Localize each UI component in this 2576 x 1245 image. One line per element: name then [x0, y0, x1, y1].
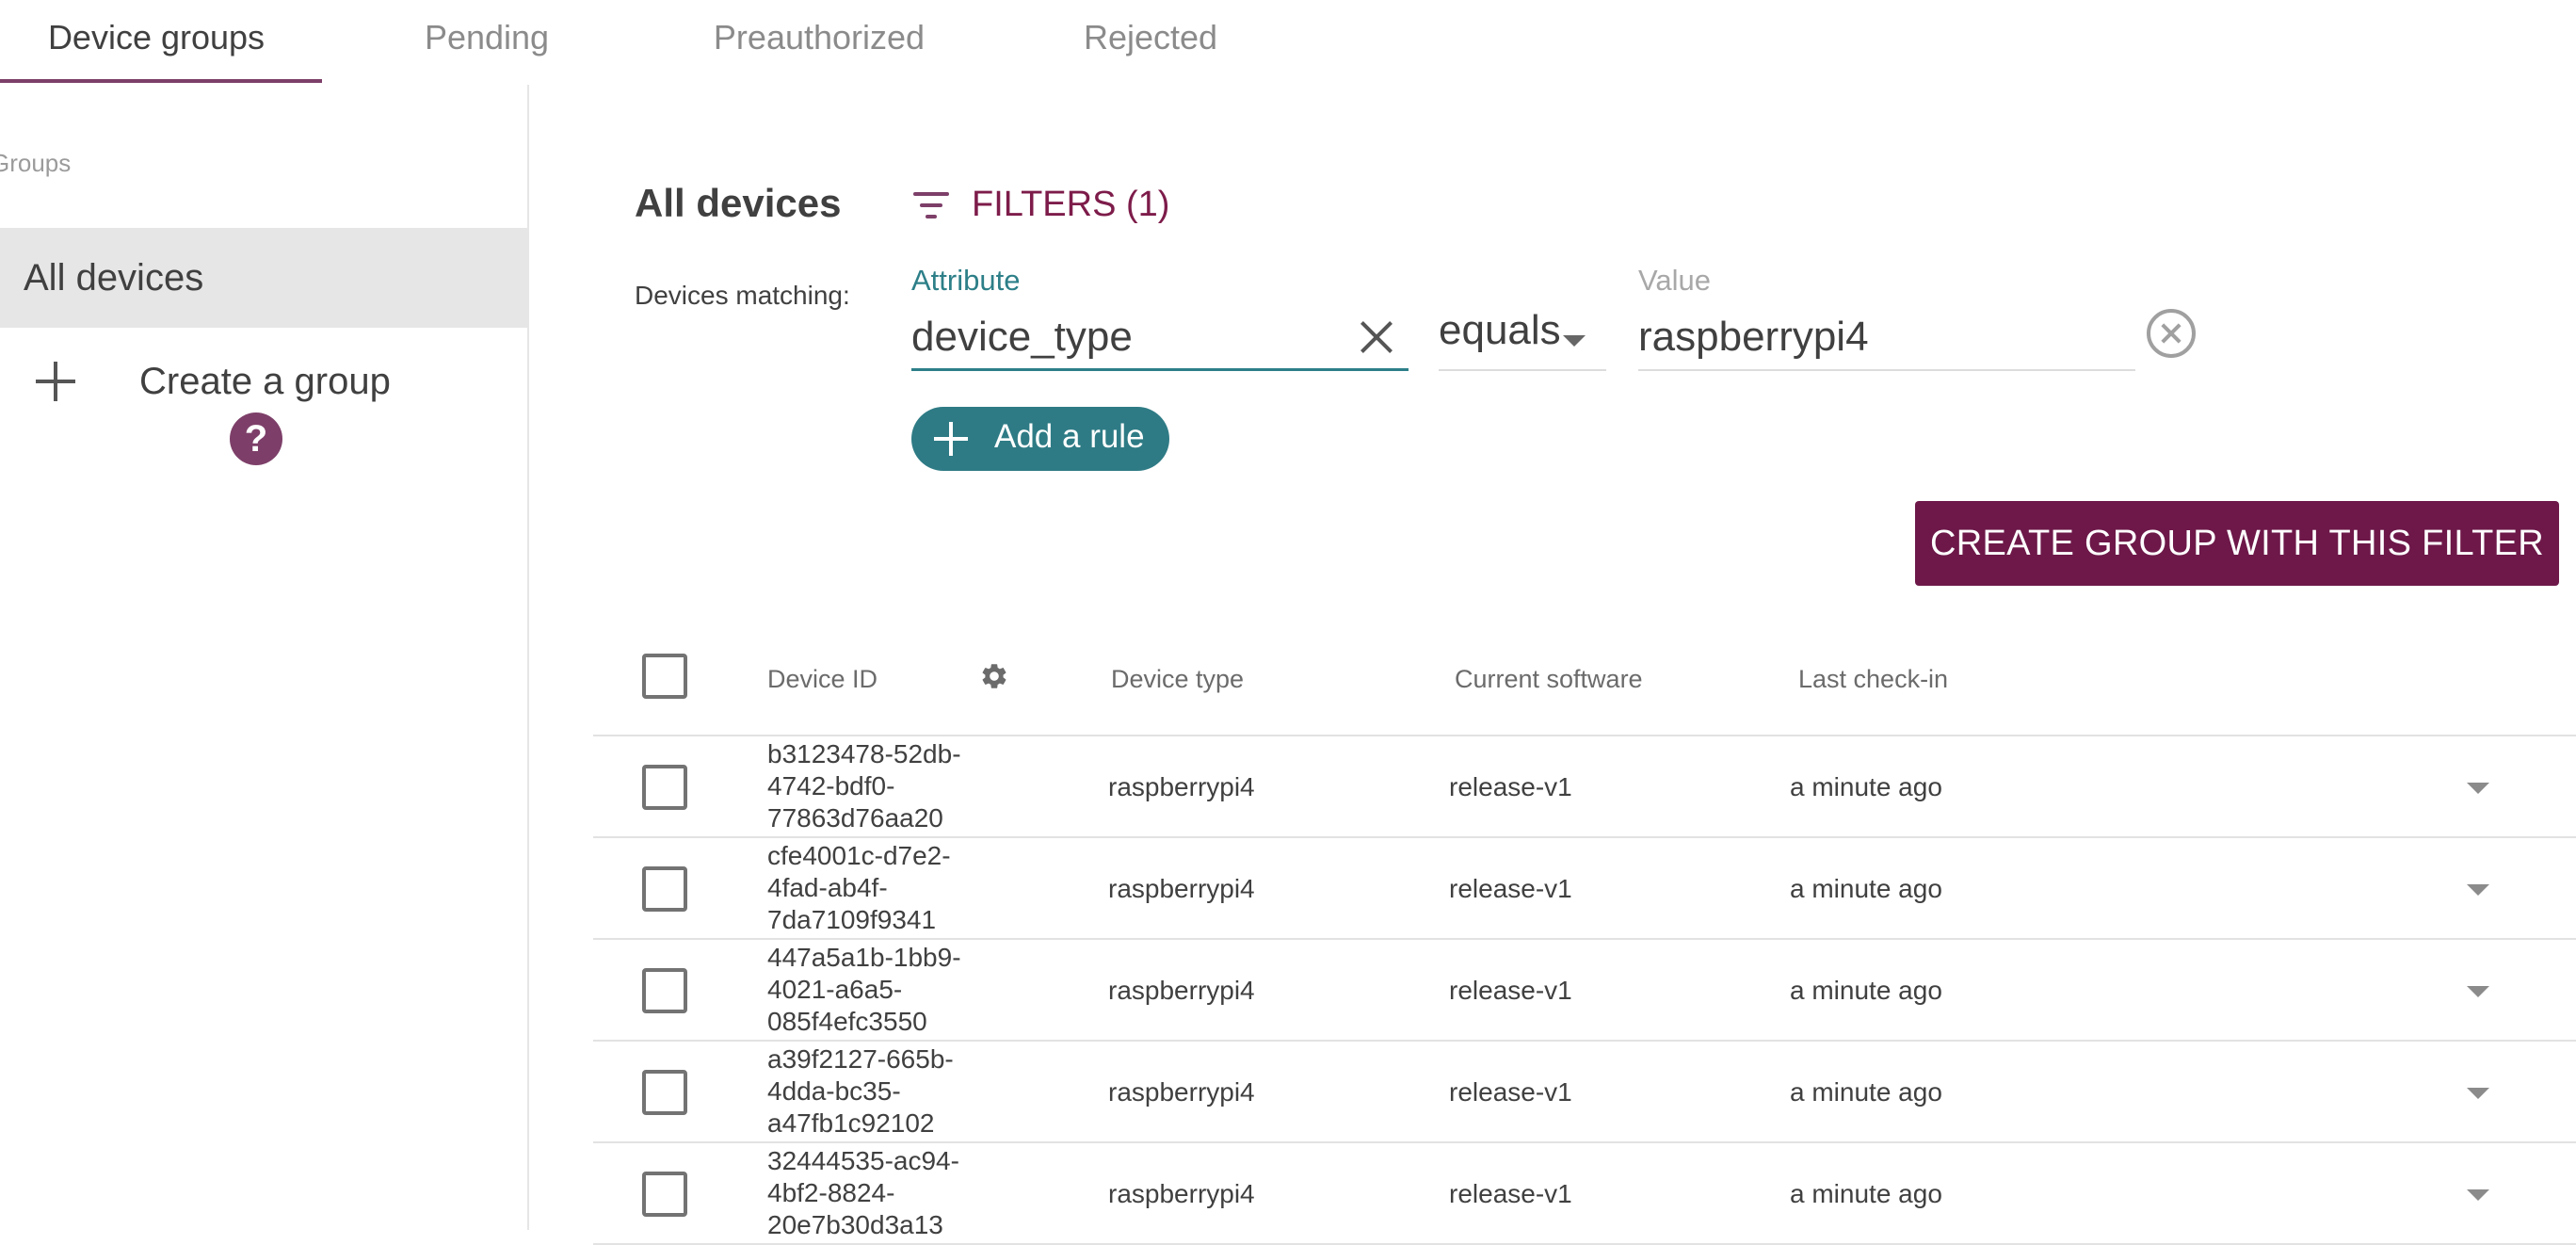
value-label: Value	[1638, 264, 1711, 297]
chevron-down-icon[interactable]	[2467, 884, 2489, 896]
create-group-label: Create a group	[139, 361, 391, 402]
table-row[interactable]: b3123478-52db- 4742-bdf0- 77863d76aa20 ras…	[593, 736, 2576, 838]
row-checkbox[interactable]	[642, 866, 687, 912]
last-checkin: a minute ago	[1790, 1077, 1942, 1107]
column-header-last-checkin[interactable]: Last check-in	[1798, 665, 1948, 694]
top-tabs: Device groups Pending Preauthorized Reje…	[0, 0, 2576, 85]
tab-pending[interactable]: Pending	[369, 0, 604, 85]
operator-value: equals	[1439, 307, 1561, 353]
row-checkbox[interactable]	[642, 968, 687, 1013]
value-input[interactable]	[1638, 305, 2135, 371]
device-id: a39f2127-665b- 4dda-bc35- a47fb1c92102	[767, 1044, 954, 1138]
add-rule-label: Add a rule	[994, 418, 1145, 455]
operator-select[interactable]: equals	[1439, 305, 1606, 371]
device-id: 32444535-ac94- 4bf2-8824- 20e7b30d3a13	[767, 1146, 959, 1239]
devices-matching-label: Devices matching:	[635, 281, 850, 310]
filter-list-icon	[913, 192, 949, 220]
device-id: 447a5a1b-1bb9- 4021-a6a5- 085f4efc3550	[767, 943, 961, 1036]
current-software: release-v1	[1449, 1179, 1572, 1208]
table-row[interactable]: cfe4001c-d7e2- 4fad-ab4f- 7da7109f9341 ras…	[593, 838, 2576, 940]
plus-icon	[934, 422, 968, 456]
column-header-device-id[interactable]: Device ID	[767, 665, 877, 694]
current-software: release-v1	[1449, 772, 1572, 801]
last-checkin: a minute ago	[1790, 874, 1942, 903]
device-id: b3123478-52db- 4742-bdf0- 77863d76aa20	[767, 739, 961, 833]
attribute-input[interactable]	[911, 305, 1409, 371]
last-checkin: a minute ago	[1790, 976, 1942, 1005]
gear-icon[interactable]	[979, 661, 1009, 691]
plus-icon	[36, 362, 75, 401]
device-type: raspberrypi4	[1108, 1077, 1255, 1107]
create-group-with-filter-button[interactable]: CREATE GROUP WITH THIS FILTER	[1915, 501, 2559, 586]
table-header: Device ID Device type Current software L…	[593, 633, 2576, 736]
device-type: raspberrypi4	[1108, 976, 1255, 1005]
attribute-label: Attribute	[911, 264, 1021, 297]
device-type: raspberrypi4	[1108, 874, 1255, 903]
chevron-down-icon[interactable]	[2467, 1088, 2489, 1099]
close-icon[interactable]	[1358, 318, 1395, 356]
chevron-down-icon[interactable]	[2467, 1189, 2489, 1201]
last-checkin: a minute ago	[1790, 1179, 1942, 1208]
column-header-current-software[interactable]: Current software	[1455, 665, 1643, 694]
row-checkbox[interactable]	[642, 1172, 687, 1217]
remove-rule-icon[interactable]	[2147, 309, 2196, 358]
tab-device-groups[interactable]: Device groups	[0, 0, 313, 85]
last-checkin: a minute ago	[1790, 772, 1942, 801]
column-header-device-type[interactable]: Device type	[1111, 665, 1244, 694]
page-title: All devices	[635, 181, 842, 225]
active-tab-indicator	[0, 79, 322, 83]
groups-sidebar: Groups All devices Create a group ?	[0, 85, 529, 1230]
row-checkbox[interactable]	[642, 765, 687, 810]
help-icon[interactable]: ?	[230, 412, 282, 465]
table-row[interactable]: a39f2127-665b- 4dda-bc35- a47fb1c92102 ras…	[593, 1042, 2576, 1143]
select-all-checkbox[interactable]	[642, 654, 687, 699]
current-software: release-v1	[1449, 976, 1572, 1005]
current-software: release-v1	[1449, 874, 1572, 903]
device-type: raspberrypi4	[1108, 772, 1255, 801]
current-software: release-v1	[1449, 1077, 1572, 1107]
chevron-down-icon[interactable]	[2467, 986, 2489, 997]
row-checkbox[interactable]	[642, 1070, 687, 1115]
chevron-down-icon	[1563, 335, 1586, 347]
tab-rejected[interactable]: Rejected	[1036, 0, 1265, 85]
add-rule-button[interactable]: Add a rule	[911, 407, 1169, 471]
table-row[interactable]: 447a5a1b-1bb9- 4021-a6a5- 085f4efc3550 ras…	[593, 940, 2576, 1042]
device-id: cfe4001c-d7e2- 4fad-ab4f- 7da7109f9341	[767, 841, 951, 934]
chevron-down-icon[interactable]	[2467, 783, 2489, 794]
groups-heading: Groups	[0, 149, 72, 177]
sidebar-item-all-devices[interactable]: All devices	[0, 228, 527, 328]
device-type: raspberrypi4	[1108, 1179, 1255, 1208]
filters-label: FILTERS (1)	[972, 185, 1170, 224]
tab-preauthorized[interactable]: Preauthorized	[678, 0, 960, 85]
